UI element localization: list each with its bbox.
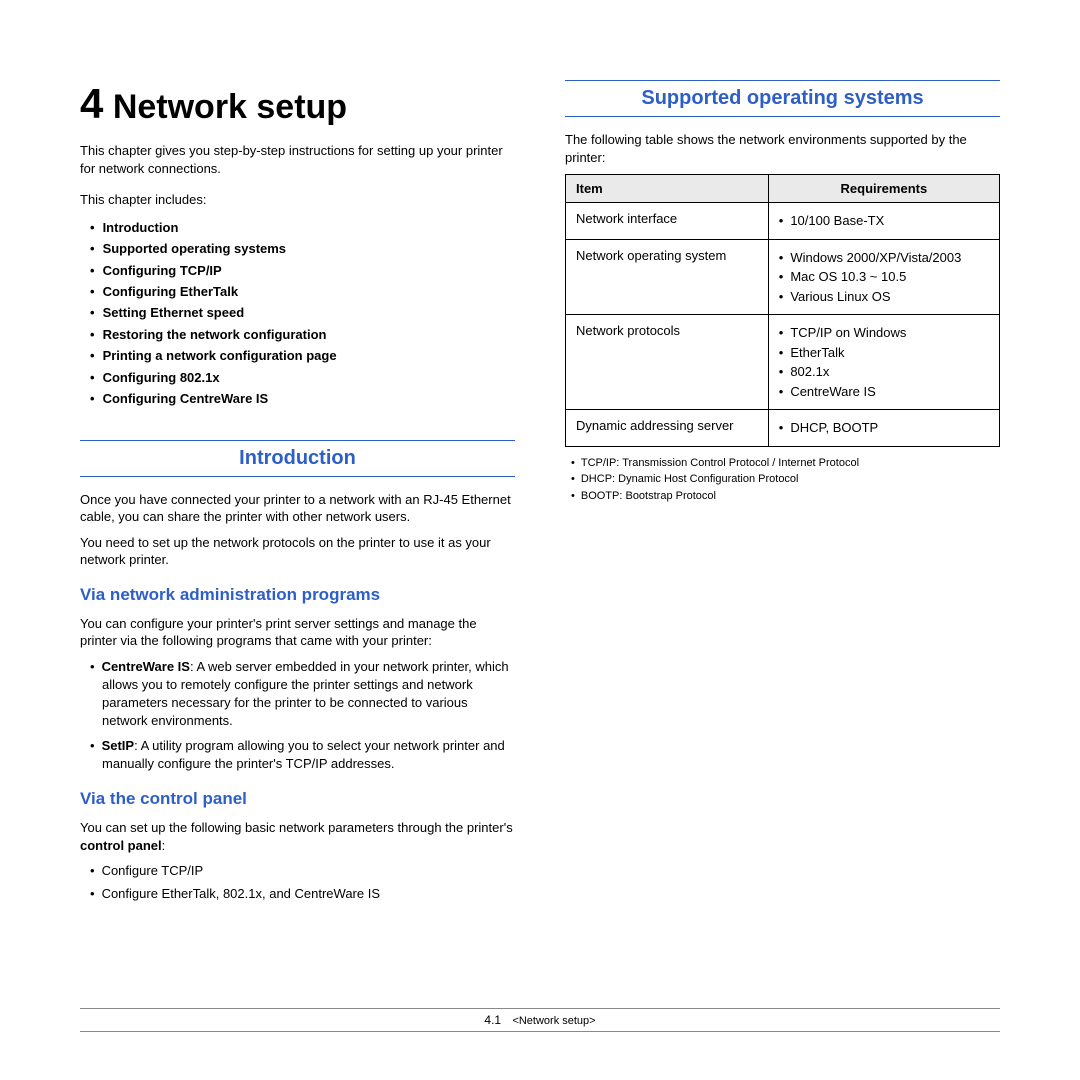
section-heading-introduction: Introduction (80, 440, 515, 477)
via-cp-item: Configure EtherTalk, 802.1x, and CentreW… (90, 885, 515, 903)
page-content: 4 Network setup This chapter gives you s… (0, 0, 1080, 913)
page-number: 4.1 (484, 1013, 501, 1027)
table-row: Network protocols TCP/IP on Windows Ethe… (566, 315, 1000, 410)
toc-item[interactable]: Printing a network configuration page (90, 345, 515, 366)
via-cp-p1-bold: control panel (80, 838, 162, 853)
table-item: Network operating system (566, 239, 769, 315)
via-net-p1: You can configure your printer's print s… (80, 615, 515, 650)
toc-item[interactable]: Introduction (90, 217, 515, 238)
via-net-item: SetIP: A utility program allowing you to… (90, 737, 515, 773)
footnote: TCP/IP: Transmission Control Protocol / … (571, 455, 1000, 472)
via-net-list: CentreWare IS: A web server embedded in … (90, 658, 515, 773)
via-cp-p1-pre: You can set up the following basic netwo… (80, 820, 513, 835)
table-item: Network interface (566, 203, 769, 240)
supported-os-p1: The following table shows the network en… (565, 131, 1000, 166)
table-item: Network protocols (566, 315, 769, 410)
table-header-item: Item (566, 175, 769, 203)
footer-chapter-name: <Network setup> (512, 1015, 595, 1027)
table-row: Network operating system Windows 2000/XP… (566, 239, 1000, 315)
table-item: Dynamic addressing server (566, 410, 769, 447)
toc-item[interactable]: Configuring TCP/IP (90, 260, 515, 281)
table-req: Windows 2000/XP/Vista/2003 Mac OS 10.3 ~… (768, 239, 999, 315)
toc-item[interactable]: Configuring CentreWare IS (90, 388, 515, 409)
toc-item[interactable]: Supported operating systems (90, 238, 515, 259)
via-net-item: CentreWare IS: A web server embedded in … (90, 658, 515, 731)
subheading-via-network: Via network administration programs (80, 585, 515, 605)
table-header-requirements: Requirements (768, 175, 999, 203)
footnote: DHCP: Dynamic Host Configuration Protoco… (571, 471, 1000, 488)
intro-p2: You need to set up the network protocols… (80, 534, 515, 569)
table-row: Network interface 10/100 Base-TX (566, 203, 1000, 240)
table-req: TCP/IP on Windows EtherTalk 802.1x Centr… (768, 315, 999, 410)
chapter-intro-p1: This chapter gives you step-by-step inst… (80, 142, 515, 177)
chapter-intro-p2: This chapter includes: (80, 191, 515, 209)
via-cp-list: Configure TCP/IP Configure EtherTalk, 80… (90, 862, 515, 903)
table-footnotes: TCP/IP: Transmission Control Protocol / … (571, 455, 1000, 505)
chapter-number: 4 (80, 80, 103, 127)
toc-item[interactable]: Restoring the network configuration (90, 324, 515, 345)
chapter-title-text: Network setup (113, 88, 347, 126)
toc-item[interactable]: Configuring EtherTalk (90, 281, 515, 302)
toc-item[interactable]: Setting Ethernet speed (90, 302, 515, 323)
chapter-title: 4 Network setup (80, 80, 515, 128)
via-cp-p1: You can set up the following basic netwo… (80, 819, 515, 854)
left-column: 4 Network setup This chapter gives you s… (80, 80, 515, 913)
table-req: 10/100 Base-TX (768, 203, 999, 240)
footnote: BOOTP: Bootstrap Protocol (571, 488, 1000, 505)
page-footer: 4.1 <Network setup> (80, 1008, 1000, 1032)
section-heading-supported-os: Supported operating systems (565, 80, 1000, 117)
requirements-table: Item Requirements Network interface 10/1… (565, 174, 1000, 447)
right-column: Supported operating systems The followin… (565, 80, 1000, 913)
via-cp-p1-post: : (162, 838, 166, 853)
table-row: Dynamic addressing server DHCP, BOOTP (566, 410, 1000, 447)
chapter-toc: Introduction Supported operating systems… (90, 217, 515, 410)
via-cp-item: Configure TCP/IP (90, 862, 515, 880)
toc-item[interactable]: Configuring 802.1x (90, 367, 515, 388)
table-req: DHCP, BOOTP (768, 410, 999, 447)
intro-p1: Once you have connected your printer to … (80, 491, 515, 526)
subheading-via-control-panel: Via the control panel (80, 789, 515, 809)
